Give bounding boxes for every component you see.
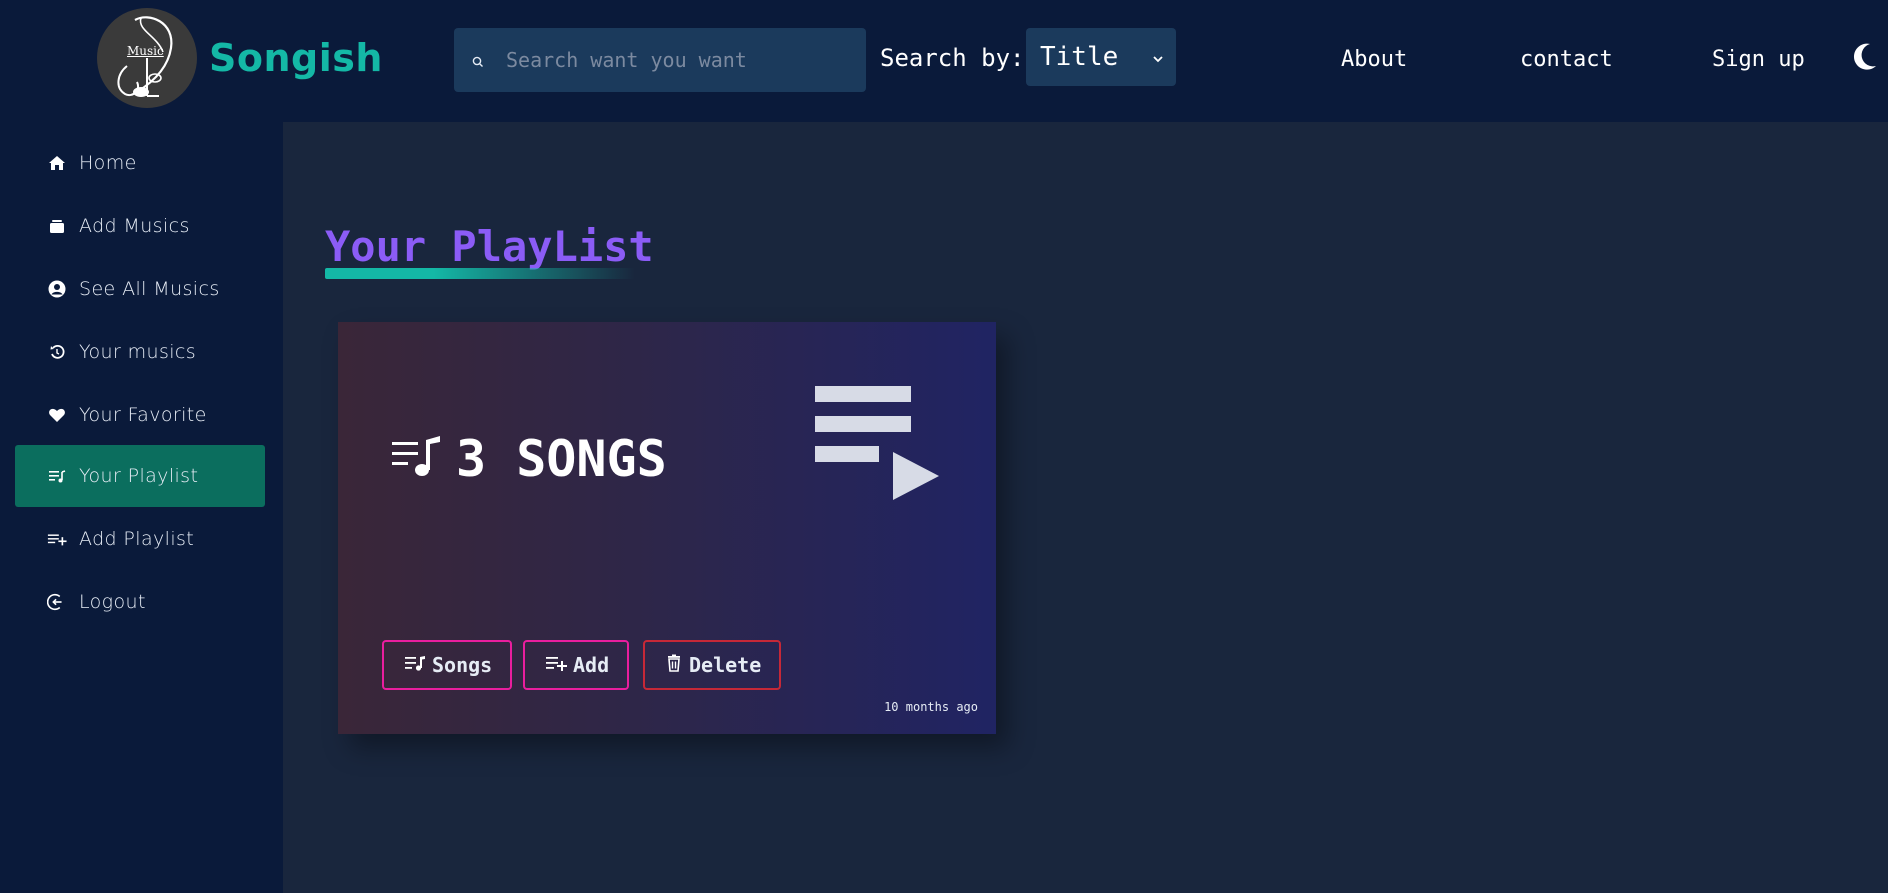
- moon-icon[interactable]: [1852, 42, 1878, 76]
- playlist-icon: [404, 654, 426, 676]
- search-by-select[interactable]: Title: [1026, 28, 1176, 86]
- logo-text: Music: [127, 44, 164, 58]
- sidebar-item-your-musics[interactable]: Your musics: [15, 321, 265, 383]
- sidebar-item-home[interactable]: Home: [15, 132, 265, 194]
- songs-button-label: Songs: [432, 653, 493, 677]
- sidebar-item-add-playlist[interactable]: Add Playlist: [15, 508, 265, 570]
- sidebar-item-add-musics[interactable]: Add Musics: [15, 195, 265, 257]
- playlist-icon: [47, 466, 67, 486]
- sidebar-item-label: Logout: [79, 591, 146, 613]
- history-icon: [47, 342, 67, 362]
- sidebar-item-label: Your Playlist: [79, 465, 199, 487]
- playlist-icon: [390, 434, 444, 484]
- sidebar-item-your-favorite[interactable]: Your Favorite: [15, 384, 265, 446]
- sidebar-item-label: Home: [79, 152, 137, 174]
- trash-icon: [665, 654, 683, 676]
- playlist-add-icon: [545, 654, 567, 676]
- playlist-timestamp: 10 months ago: [884, 700, 978, 714]
- playlist-song-count: 3 SONGS: [390, 430, 667, 488]
- search-input[interactable]: [506, 48, 836, 72]
- sidebar-item-label: Your musics: [79, 341, 197, 363]
- box-icon: [47, 216, 67, 236]
- sidebar-item-your-playlist[interactable]: Your Playlist: [15, 445, 265, 507]
- delete-button[interactable]: Delete: [643, 640, 782, 690]
- playlist-card[interactable]: 3 SONGS Songs Add Delete 10 months ago: [338, 322, 996, 734]
- search-by-value: Title: [1040, 42, 1119, 72]
- sidebar-item-label: Add Musics: [79, 215, 190, 237]
- home-icon: [47, 153, 67, 173]
- user-circle-icon: [47, 279, 67, 299]
- song-count-label: 3 SONGS: [456, 430, 667, 488]
- sidebar: Home Add Musics See All Musics Your musi…: [0, 122, 283, 893]
- add-button-label: Add: [573, 653, 610, 677]
- brand-name[interactable]: Songish: [209, 36, 383, 80]
- sidebar-item-label: See All Musics: [79, 278, 220, 300]
- nav-about-link[interactable]: About: [1341, 47, 1407, 72]
- search-icon: [472, 53, 486, 67]
- heart-icon: [47, 405, 67, 425]
- header: Music Songish Search by: Title About con…: [0, 0, 1888, 122]
- sidebar-item-label: Your Favorite: [79, 404, 207, 426]
- sidebar-item-logout[interactable]: Logout: [15, 571, 265, 633]
- chevron-down-icon: [1152, 48, 1164, 67]
- logo-image: Music: [97, 8, 197, 108]
- nav-signup-link[interactable]: Sign up: [1712, 47, 1805, 72]
- delete-button-label: Delete: [689, 653, 762, 677]
- search-by-label: Search by:: [880, 44, 1025, 72]
- logo[interactable]: Music Songish: [97, 8, 383, 108]
- add-button[interactable]: Add: [523, 640, 630, 690]
- logout-icon: [47, 592, 67, 612]
- search-box[interactable]: [454, 28, 866, 92]
- sidebar-item-label: Add Playlist: [79, 528, 195, 550]
- main-content: Your PlayList 3 SONGS Songs Add Delete 1…: [283, 122, 1888, 893]
- page-title: Your PlayList: [325, 222, 654, 271]
- title-underline: [325, 268, 635, 279]
- songs-button[interactable]: Songs: [382, 640, 513, 690]
- playlist-play-icon: [813, 384, 943, 508]
- sidebar-item-see-all-musics[interactable]: See All Musics: [15, 258, 265, 320]
- nav-contact-link[interactable]: contact: [1520, 47, 1613, 72]
- playlist-add-icon: [47, 529, 67, 549]
- music-note-logo-icon: [117, 16, 173, 97]
